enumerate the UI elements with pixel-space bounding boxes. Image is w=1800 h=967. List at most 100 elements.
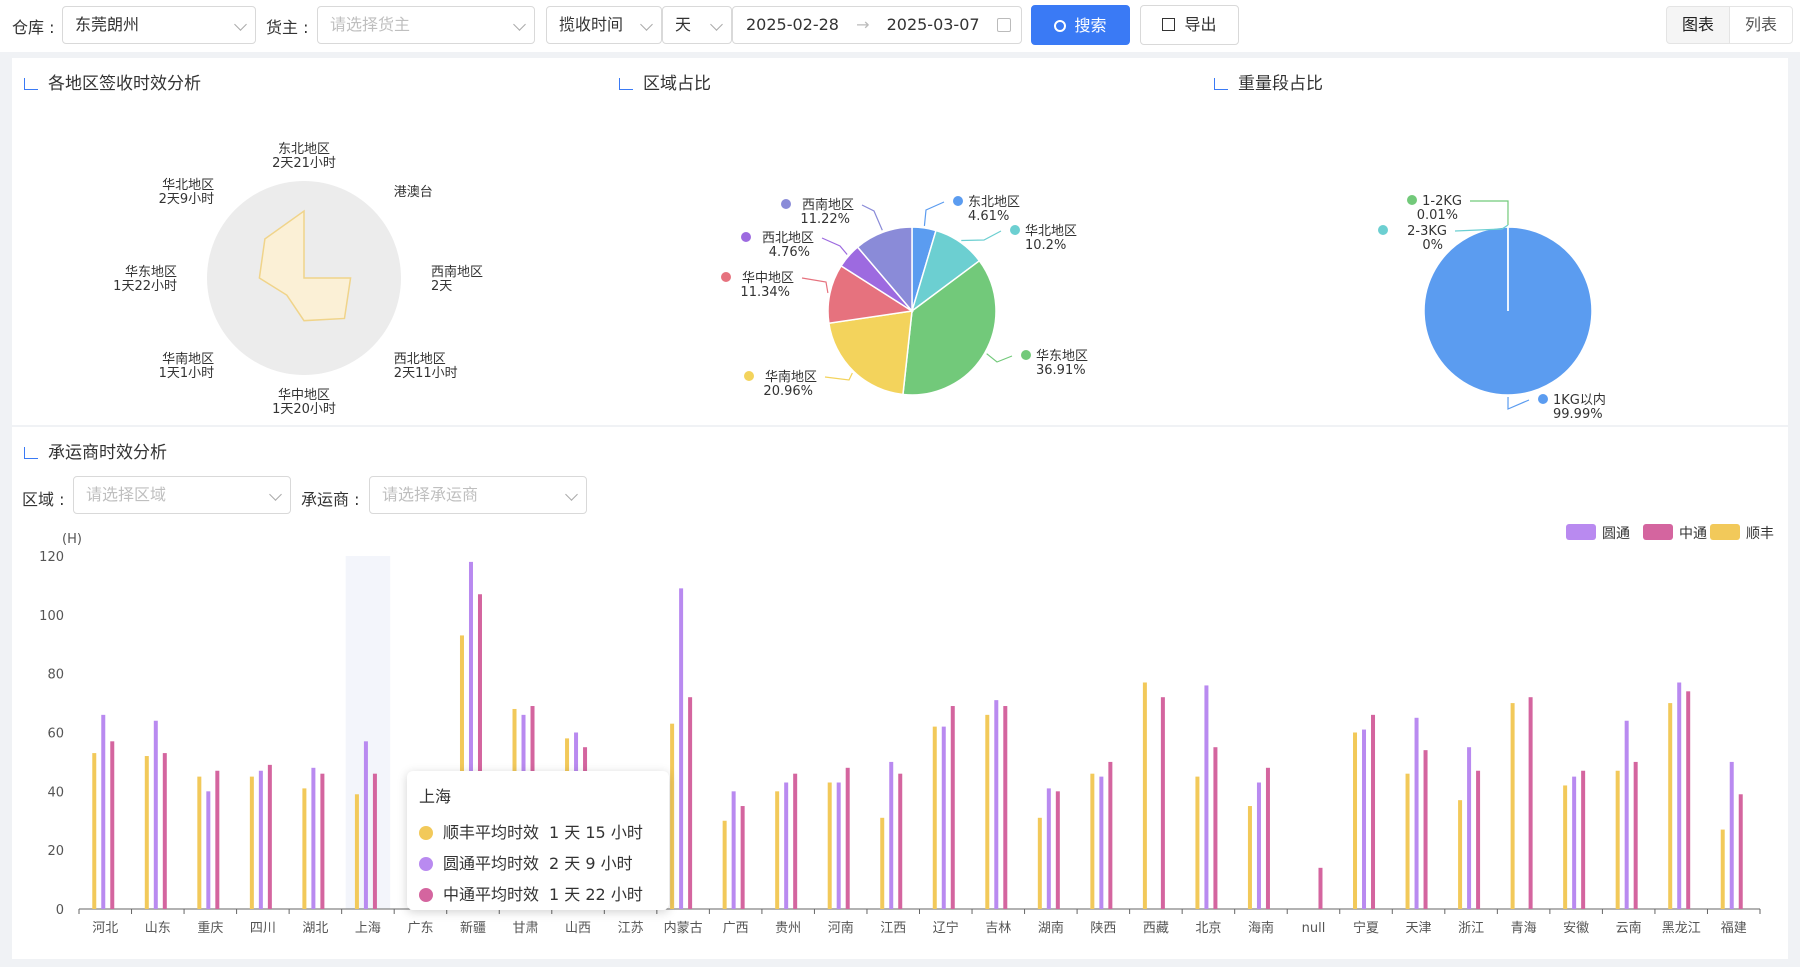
chart-line-icon: [24, 78, 38, 90]
unit-select[interactable]: 天: [662, 6, 732, 44]
legend-dot-icon: [744, 371, 754, 381]
export-icon: [1162, 18, 1176, 31]
export-button-label: 导出: [1184, 15, 1217, 34]
pie-label-line: [961, 230, 1002, 242]
x-tick-label: 海南: [1248, 920, 1274, 936]
bar-中通: [950, 706, 955, 909]
bar-圆通: [1677, 682, 1682, 909]
x-tick-label: 江西: [880, 921, 906, 936]
bar-圆通: [206, 791, 211, 909]
radar-value-label: 2天9小时: [159, 192, 215, 207]
pie-label-name: 华东地区: [1036, 349, 1088, 364]
x-tick-label: 广西: [723, 921, 749, 936]
pie-label-line: [986, 353, 1013, 363]
pie-slice: [828, 310, 913, 396]
x-tick-label: 山西: [565, 921, 591, 936]
x-tick-label: 安徽: [1563, 921, 1589, 936]
pie-label-value: 4.76%: [769, 245, 810, 260]
bar-圆通: [941, 726, 946, 909]
bar-中通: [793, 773, 798, 909]
bar-中通: [1581, 770, 1586, 909]
export-button[interactable]: 导出: [1140, 5, 1239, 45]
pie-label-name: 西北地区: [762, 231, 814, 246]
x-tick-label: 天津: [1406, 921, 1432, 936]
date-range-picker[interactable]: 2025-02-28 → 2025-03-07: [732, 6, 1022, 44]
bar-中通: [688, 697, 693, 909]
legend-dot-icon: [741, 232, 751, 242]
radar-indicator-label: 东北地区: [278, 142, 330, 157]
owner-select[interactable]: 请选择货主: [317, 6, 535, 44]
radar-indicator-label: 华中地区: [278, 388, 330, 403]
search-button-label: 搜索: [1074, 16, 1107, 35]
bar-中通: [1371, 714, 1376, 909]
legend-label: 顺丰: [1746, 526, 1774, 542]
chart-tooltip: 上海 顺丰平均时效 1 天 15 小时 圆通平均时效 2 天 9 小时 中通平均时效…: [407, 771, 669, 910]
pie-label-line: [801, 277, 829, 294]
chevron-down-icon: [710, 18, 723, 31]
bar-中通: [1108, 761, 1113, 909]
date-arrow: →: [856, 15, 870, 34]
bar-顺丰: [775, 791, 780, 909]
search-button[interactable]: 搜索: [1031, 5, 1130, 45]
radar-indicator-label: 西南地区: [431, 264, 483, 280]
radar-value-label: 2天: [431, 279, 452, 294]
x-tick-label: 西藏: [1143, 921, 1169, 936]
bar-圆通: [363, 741, 368, 909]
x-tick-label: 福建: [1721, 921, 1747, 936]
bar-中通: [1528, 697, 1533, 909]
x-tick-label: 新疆: [460, 920, 486, 936]
view-list-tab[interactable]: 列表: [1729, 6, 1793, 44]
pie-label-line: [824, 372, 853, 381]
carrier-title: 承运商时效分析: [24, 438, 167, 463]
bar-顺丰: [1615, 770, 1620, 909]
carrier-label: 承运商 :: [301, 490, 360, 509]
bar-圆通: [1099, 776, 1104, 909]
area-placeholder: 请选择区域: [86, 485, 167, 504]
x-tick-label: 宁夏: [1353, 920, 1379, 936]
bar-圆通: [1256, 782, 1261, 909]
view-chart-tab[interactable]: 图表: [1666, 6, 1730, 44]
pie-label-line: [821, 237, 848, 255]
region-radar-chart: 东北地区2天21小时港澳台西南地区2天西北地区2天11小时华中地区1天20小时 华…: [113, 142, 483, 417]
bar-顺丰: [197, 776, 202, 909]
area-select[interactable]: 请选择区域: [73, 476, 291, 514]
pie-label-value: 11.34%: [740, 285, 790, 300]
radar-indicator-label: 华东地区: [125, 265, 177, 280]
carrier-bar-chart: (H)020406080100120河北 山东 重庆 四川 湖北 上海 广东 新疆 甘肃 山西 江苏…: [39, 524, 1774, 936]
legend-dot-icon: [1021, 350, 1031, 360]
bar-中通: [1738, 794, 1743, 909]
x-tick-label: 黑龙江: [1662, 921, 1701, 936]
bar-中通: [1686, 691, 1691, 909]
chevron-down-icon: [269, 488, 282, 501]
bar-顺丰: [302, 788, 307, 909]
warehouse-select[interactable]: 东莞朗州: [62, 6, 256, 44]
x-tick-label: 四川: [250, 921, 276, 936]
pie-label-line: [1507, 396, 1530, 410]
legend-swatch-icon: [1710, 524, 1740, 540]
pie-label-name: 华北地区: [1025, 224, 1077, 239]
radar-value-label: 1天1小时: [159, 366, 215, 381]
bar-顺丰: [827, 782, 832, 909]
x-tick-label: 贵州: [775, 921, 801, 936]
chevron-down-icon: [565, 488, 578, 501]
bar-顺丰: [670, 723, 675, 909]
x-tick-label: 河北: [92, 921, 118, 936]
radar-indicator-label: 港澳台: [394, 184, 433, 200]
carrier-select[interactable]: 请选择承运商: [369, 476, 587, 514]
radar-indicator-label: 华南地区: [162, 351, 214, 367]
weight-share-title: 重量段占比: [1214, 69, 1323, 94]
time-type-select[interactable]: 揽收时间: [546, 6, 662, 44]
chart-line-icon: [619, 78, 633, 90]
bar-顺丰: [92, 753, 97, 909]
top-charts-panel: 各地区签收时效分析 区域占比 重量段占比 东北地区 2天21小时 港澳台 西南地区 2天…: [12, 58, 1788, 425]
warehouse-label: 仓库 :: [12, 18, 55, 37]
area-label: 区域 :: [22, 490, 65, 509]
bar-中通: [1476, 770, 1481, 909]
x-tick-label: 上海: [355, 921, 381, 936]
legend-label: 圆通: [1602, 526, 1630, 542]
tooltip-row: 圆通平均时效 2 天 9 小时: [419, 848, 657, 879]
bar-圆通: [311, 767, 316, 909]
pie-label-name: 东北地区: [968, 195, 1020, 210]
pie-label-name: 华中地区: [742, 271, 794, 286]
carrier-placeholder: 请选择承运商: [382, 485, 479, 504]
